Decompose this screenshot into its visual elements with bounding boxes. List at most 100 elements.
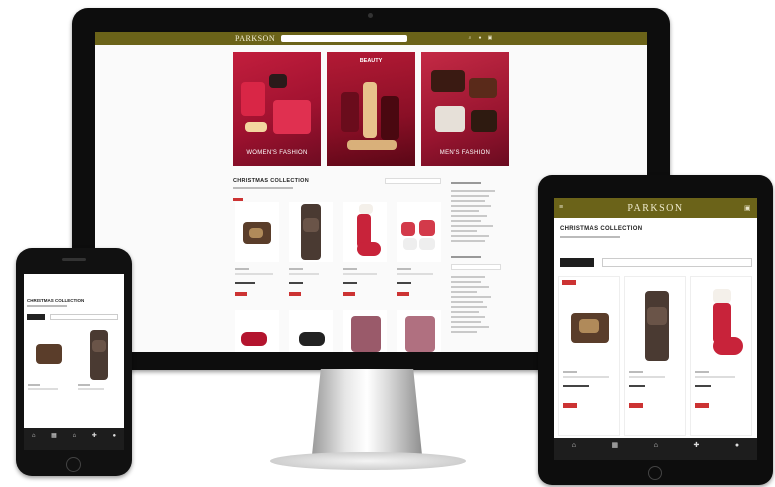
product-name <box>28 384 40 386</box>
banner-product-image <box>273 100 311 134</box>
user-icon[interactable]: ● <box>477 35 483 41</box>
banner-product-image <box>381 96 399 140</box>
monitor-stand-neck <box>312 369 422 455</box>
add-to-cart-button[interactable] <box>397 292 409 296</box>
product-image[interactable] <box>397 202 441 262</box>
product-image[interactable] <box>289 310 333 352</box>
add-to-cart-button[interactable] <box>235 292 247 296</box>
banner-beauty[interactable]: BEAUTY <box>327 52 415 166</box>
promo-icon[interactable]: ✚ <box>694 442 700 456</box>
product-name <box>78 384 90 386</box>
bottom-tab-bar: ⌂ ▦ ⌂ ✚ ● <box>554 438 757 460</box>
collection-title: CHRISTMAS COLLECTION <box>27 298 85 303</box>
product-price <box>695 385 711 387</box>
product-name <box>563 371 577 373</box>
add-to-cart-button[interactable] <box>629 403 643 408</box>
product-card[interactable] <box>341 198 389 302</box>
product-price <box>563 385 589 387</box>
product-desc <box>28 388 58 390</box>
cart-icon[interactable]: ▣ <box>744 204 751 212</box>
banner-product-image <box>471 110 497 132</box>
category-icon[interactable]: ▦ <box>51 433 57 445</box>
brand-logo[interactable]: PARKSON <box>554 203 757 214</box>
product-card[interactable] <box>341 306 389 352</box>
product-card[interactable] <box>558 276 620 436</box>
product-price <box>289 282 303 284</box>
product-desc <box>235 273 273 275</box>
product-image[interactable] <box>78 326 120 382</box>
device-mockup-stage: PARKSON ⌕ ● ▣ WOMEN'S FASHION BEAUTY MEN… <box>0 0 775 487</box>
product-card[interactable] <box>233 198 281 302</box>
product-card[interactable] <box>287 198 335 302</box>
product-image[interactable] <box>28 326 70 382</box>
product-name <box>629 371 643 373</box>
store-icon[interactable]: ⌂ <box>654 442 658 456</box>
add-to-cart-button[interactable] <box>289 292 301 296</box>
product-image[interactable] <box>397 310 441 352</box>
sort-button[interactable] <box>27 314 45 320</box>
add-to-cart-button[interactable] <box>695 403 709 408</box>
product-card[interactable] <box>624 276 686 436</box>
filter-select[interactable] <box>50 314 118 320</box>
add-to-cart-button[interactable] <box>343 292 355 296</box>
product-image[interactable] <box>343 202 387 262</box>
product-card[interactable] <box>233 306 281 352</box>
banner-mens-fashion[interactable]: MEN'S FASHION <box>421 52 509 166</box>
product-image[interactable] <box>343 310 387 352</box>
product-desc <box>629 376 665 378</box>
filter-select[interactable] <box>602 258 752 267</box>
product-card[interactable] <box>26 326 72 400</box>
breadcrumb[interactable] <box>560 236 620 238</box>
product-card[interactable] <box>690 276 752 436</box>
phone-home-button[interactable] <box>66 457 81 472</box>
account-icon[interactable]: ● <box>735 442 739 456</box>
product-image[interactable] <box>563 289 617 363</box>
banner-product-image <box>341 92 359 132</box>
product-image[interactable] <box>235 310 279 352</box>
product-image[interactable] <box>629 289 683 363</box>
monitor-stand-base <box>270 452 466 470</box>
product-card[interactable] <box>287 306 335 352</box>
phone-screen: CHRISTMAS COLLECTION ⌂ ▦ ⌂ ✚ ● <box>24 274 124 450</box>
breadcrumb[interactable] <box>233 187 293 189</box>
sale-badge <box>233 198 243 201</box>
banner-womens-fashion[interactable]: WOMEN'S FASHION <box>233 52 321 166</box>
collection-title: CHRISTMAS COLLECTION <box>560 226 643 232</box>
product-image[interactable] <box>289 202 333 262</box>
desktop-navbar: PARKSON ⌕ ● ▣ <box>95 32 647 45</box>
promo-icon[interactable]: ✚ <box>92 433 97 445</box>
cart-icon[interactable]: ▣ <box>487 35 493 41</box>
category-icon[interactable]: ▦ <box>612 442 619 456</box>
banner-label: WOMEN'S FASHION <box>246 150 308 156</box>
product-card[interactable] <box>395 306 443 352</box>
tablet-navbar: ≡ PARKSON ▣ <box>554 198 757 218</box>
product-image[interactable] <box>235 202 279 262</box>
product-name <box>343 268 357 270</box>
search-icon[interactable]: ⌕ <box>467 35 473 41</box>
breadcrumb[interactable] <box>27 305 67 307</box>
home-icon[interactable]: ⌂ <box>572 442 576 456</box>
banner-label: MEN'S FASHION <box>439 150 491 156</box>
webcam <box>368 13 373 18</box>
product-card[interactable] <box>76 326 122 400</box>
add-to-cart-button[interactable] <box>563 403 577 408</box>
tablet-screen: ≡ PARKSON ▣ CHRISTMAS COLLECTION ⌂ ▦ ⌂ ✚… <box>554 198 757 460</box>
sort-button[interactable] <box>560 258 594 267</box>
product-price <box>629 385 645 387</box>
tablet-home-button[interactable] <box>648 466 662 480</box>
banner-label: BEAUTY <box>359 58 383 64</box>
bottom-tab-bar: ⌂ ▦ ⌂ ✚ ● <box>24 428 124 450</box>
store-icon[interactable]: ⌂ <box>72 433 76 445</box>
brand-logo[interactable]: PARKSON <box>235 34 275 43</box>
product-image[interactable] <box>695 289 749 363</box>
product-card[interactable] <box>395 198 443 302</box>
product-desc <box>289 273 319 275</box>
category-banners: WOMEN'S FASHION BEAUTY MEN'S FASHION <box>233 52 509 166</box>
home-icon[interactable]: ⌂ <box>32 433 36 445</box>
tablet-device: ≡ PARKSON ▣ CHRISTMAS COLLECTION ⌂ ▦ ⌂ ✚… <box>538 175 773 485</box>
product-desc <box>397 273 433 275</box>
phone-device: CHRISTMAS COLLECTION ⌂ ▦ ⌂ ✚ ● <box>16 248 132 476</box>
search-input[interactable] <box>281 35 407 42</box>
sort-select[interactable] <box>385 178 441 184</box>
account-icon[interactable]: ● <box>112 433 116 445</box>
